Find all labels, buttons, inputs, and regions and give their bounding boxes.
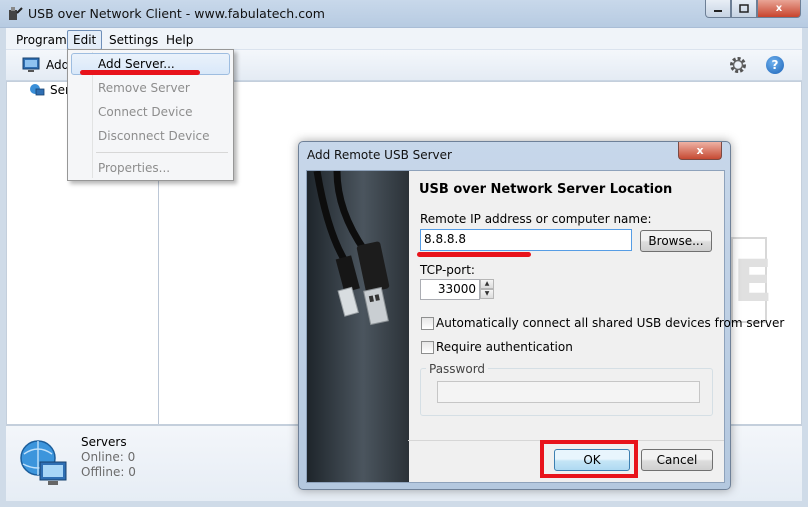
annotation-underline-add-server — [80, 70, 200, 75]
window-close-button[interactable]: x — [757, 0, 801, 18]
add-label: Add — [46, 58, 70, 72]
monitor-icon — [22, 57, 40, 72]
menu-settings[interactable]: Settings — [103, 30, 164, 50]
ip-address-label: Remote IP address or computer name: — [420, 212, 652, 226]
servers-title: Servers — [81, 435, 127, 449]
usb-cable-illustration-icon — [307, 171, 409, 482]
spin-down-icon[interactable]: ▼ — [480, 289, 494, 299]
maximize-button[interactable] — [731, 0, 757, 18]
menu-separator — [96, 152, 228, 153]
close-icon: x — [696, 144, 704, 157]
menu-item-remove-server[interactable]: Remove Server — [71, 77, 230, 99]
minimize-button[interactable] — [705, 0, 731, 18]
menu-item-disconnect-device[interactable]: Disconnect Device — [71, 125, 230, 147]
servers-offline-count: Offline: 0 — [81, 465, 136, 479]
maximize-icon — [739, 4, 749, 13]
require-auth-label: Require authentication — [436, 340, 573, 354]
help-icon[interactable]: ? — [766, 56, 784, 74]
auto-connect-label: Automatically connect all shared USB dev… — [436, 316, 785, 330]
minimize-icon — [714, 9, 722, 12]
window-caption-buttons: x — [705, 0, 801, 18]
servers-online-count: Online: 0 — [81, 450, 136, 464]
menu-item-connect-device[interactable]: Connect Device — [71, 101, 230, 123]
annotation-underline-ip — [417, 252, 531, 257]
tcp-port-input[interactable]: 33000 — [420, 279, 480, 300]
add-server-toolbar-button[interactable]: Add — [22, 57, 69, 73]
browse-button[interactable]: Browse... — [640, 230, 712, 252]
password-input[interactable] — [437, 381, 700, 403]
usb-app-icon — [9, 7, 23, 20]
tree-item-servers[interactable]: Ser — [29, 82, 70, 98]
require-auth-checkbox[interactable] — [421, 341, 434, 354]
menu-item-properties[interactable]: Properties... — [71, 157, 230, 179]
servers-summary: Servers Online: 0 Offline: 0 — [81, 435, 136, 480]
tcp-port-stepper[interactable]: ▲ ▼ — [480, 279, 494, 299]
spin-up-icon[interactable]: ▲ — [480, 279, 494, 289]
menu-program[interactable]: Program — [10, 30, 73, 50]
close-icon: x — [775, 3, 783, 14]
dialog-close-button[interactable]: x — [678, 142, 722, 160]
window-titlebar: USB over Network Client - www.fabulatech… — [0, 0, 808, 28]
window-title: USB over Network Client - www.fabulatech… — [28, 6, 325, 21]
background-logo-letter: E — [731, 237, 773, 323]
password-group-label: Password — [426, 362, 489, 376]
edit-menu-dropdown: Add Server... Remove Server Connect Devi… — [67, 49, 234, 181]
cancel-button[interactable]: Cancel — [641, 449, 713, 471]
dialog-heading: USB over Network Server Location — [419, 182, 673, 197]
gear-icon[interactable] — [728, 55, 748, 75]
dialog-title: Add Remote USB Server — [307, 148, 452, 162]
annotation-box-ok — [540, 440, 638, 478]
ip-address-input[interactable]: 8.8.8.8 — [420, 229, 632, 251]
network-globe-icon — [20, 440, 67, 485]
menu-help[interactable]: Help — [160, 30, 199, 50]
menubar: Program Edit Settings Help — [6, 28, 802, 50]
auto-connect-checkbox[interactable] — [421, 317, 434, 330]
tcp-port-label: TCP-port: — [420, 263, 475, 277]
menu-edit[interactable]: Edit — [67, 30, 103, 50]
server-icon — [30, 84, 45, 96]
